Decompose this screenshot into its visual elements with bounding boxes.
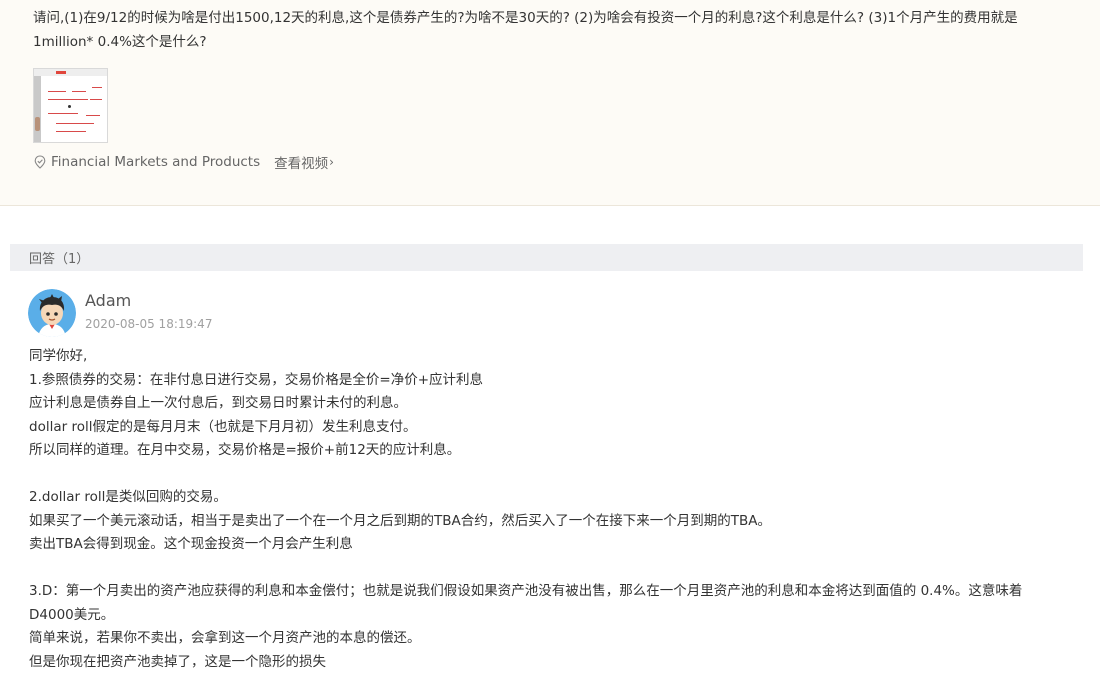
answer-line: 同学你好, <box>29 345 1059 369</box>
thumbnail-scribble <box>48 99 88 100</box>
thumbnail-scribble <box>48 113 78 114</box>
avatar <box>28 289 76 337</box>
question-panel: 请问,(1)在9/12的时候为啥是付出1500,12天的利息,这个是债券产生的?… <box>0 0 1100 206</box>
course-name-link[interactable]: Financial Markets and Products <box>51 154 260 170</box>
location-pin-icon <box>33 155 47 169</box>
course-link-row: Financial Markets and Products 查看视频 › <box>33 152 334 172</box>
question-text: 请问,(1)在9/12的时候为啥是付出1500,12天的利息,这个是债券产生的?… <box>33 6 1073 54</box>
answer-line: 2.dollar roll是类似回购的交易。 <box>29 486 1059 510</box>
answer-blank-line <box>29 463 1059 487</box>
answer-line: 但是你现在把资产池卖掉了，这是一个隐形的损失 <box>29 651 1059 674</box>
answer-line: 3.D：第一个月卖出的资产池应获得的利息和本金偿付；也就是说我们假设如果资产池没… <box>29 580 1059 627</box>
thumbnail-logo <box>56 71 66 74</box>
answer-body: 同学你好,1.参照债券的交易：在非付息日进行交易，交易价格是全价=净价+应计利息… <box>29 345 1059 674</box>
thumbnail-dot <box>68 105 71 108</box>
answer-line: 简单来说，若果你不卖出，会拿到这一个月资产池的本息的偿还。 <box>29 627 1059 651</box>
author-name: Adam <box>85 291 131 310</box>
video-thumbnail[interactable] <box>33 68 108 143</box>
answers-count-label: 回答（1） <box>29 248 89 267</box>
answer-timestamp: 2020-08-05 18:19:47 <box>85 317 212 331</box>
answer-blank-line <box>29 557 1059 581</box>
thumbnail-toolbar <box>34 69 107 76</box>
thumbnail-scribble <box>92 87 102 88</box>
view-video-link[interactable]: 查看视频 › <box>274 152 334 172</box>
thumbnail-scribble <box>56 123 94 124</box>
answer-line: 所以同样的道理。在月中交易，交易价格是=报价+前12天的应计利息。 <box>29 439 1059 463</box>
answer-line: 1.参照债券的交易：在非付息日进行交易，交易价格是全价=净价+应计利息 <box>29 369 1059 393</box>
thumbnail-scribble <box>86 115 100 116</box>
thumbnail-sidebar <box>34 76 41 143</box>
chevron-right-icon: › <box>329 155 334 169</box>
answer-line: 应计利息是债券自上一次付息后，到交易日时累计未付的利息。 <box>29 392 1059 416</box>
answers-header: 回答（1） <box>10 244 1083 271</box>
thumbnail-scribble <box>90 99 102 100</box>
thumbnail-scribble <box>56 131 86 132</box>
answer-line: 卖出TBA会得到现金。这个现金投资一个月会产生利息 <box>29 533 1059 557</box>
view-video-label: 查看视频 <box>274 152 328 172</box>
thumbnail-scribble <box>48 91 66 92</box>
answer-line: dollar roll假定的是每月月末（也就是下月月初）发生利息支付。 <box>29 416 1059 440</box>
thumbnail-presenter <box>35 117 40 131</box>
answer-line: 如果买了一个美元滚动话，相当于是卖出了一个在一个月之后到期的TBA合约，然后买入… <box>29 510 1059 534</box>
thumbnail-scribble <box>72 91 86 92</box>
